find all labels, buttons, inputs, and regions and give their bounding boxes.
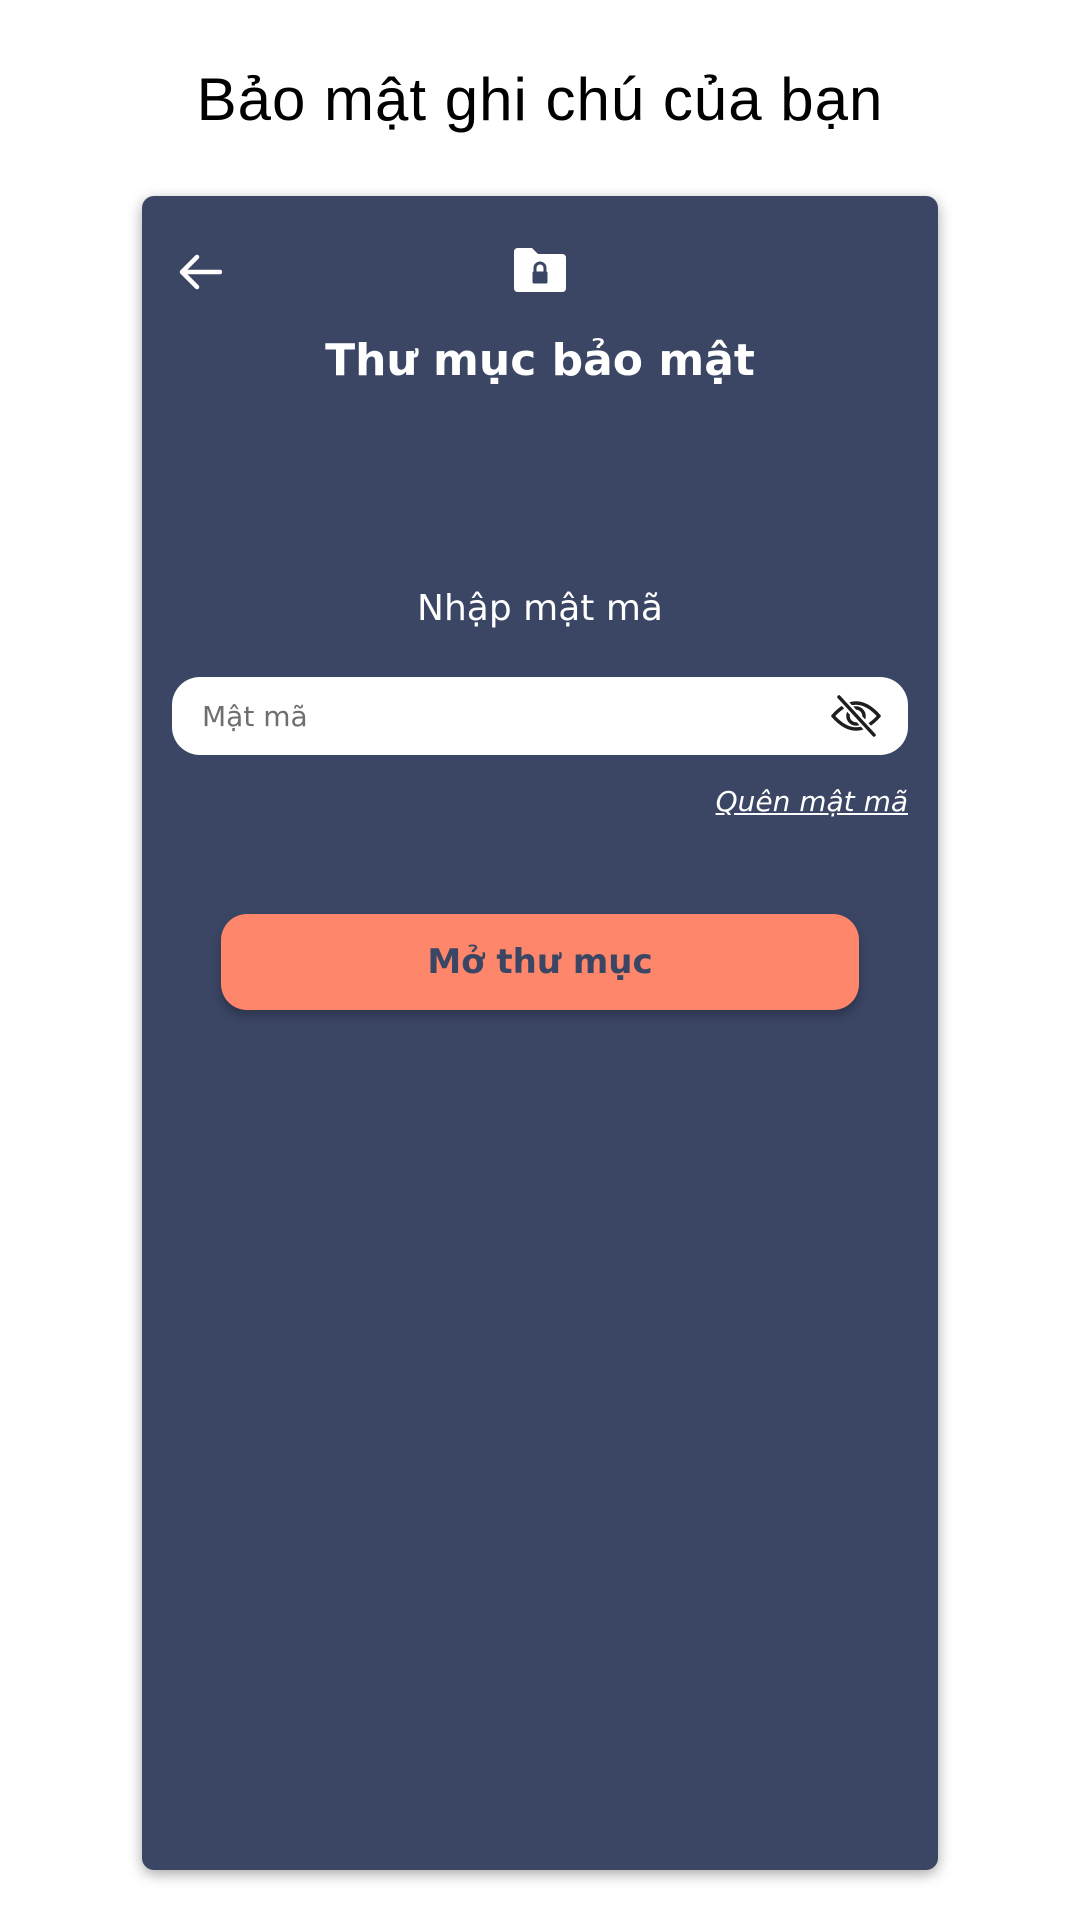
screen-title: Thư mục bảo mật <box>325 335 755 386</box>
eye-off-icon <box>831 694 881 738</box>
promo-headline: Bảo mật ghi chú của bạn <box>196 66 884 133</box>
password-visibility-toggle[interactable] <box>830 692 882 740</box>
password-prompt: Nhập mật mã <box>417 588 663 629</box>
forgot-password-link[interactable]: Quên mật mã <box>716 782 908 822</box>
phone-screen: Thư mục bảo mật Nhập mật mã Quên mật mã … <box>142 196 938 1870</box>
arrow-left-icon <box>179 254 222 290</box>
password-input[interactable] <box>172 677 812 755</box>
folder-lock-icon <box>514 248 566 292</box>
password-field <box>172 677 908 755</box>
back-button[interactable] <box>172 244 228 300</box>
open-folder-button[interactable]: Mở thư mục <box>221 914 859 1010</box>
